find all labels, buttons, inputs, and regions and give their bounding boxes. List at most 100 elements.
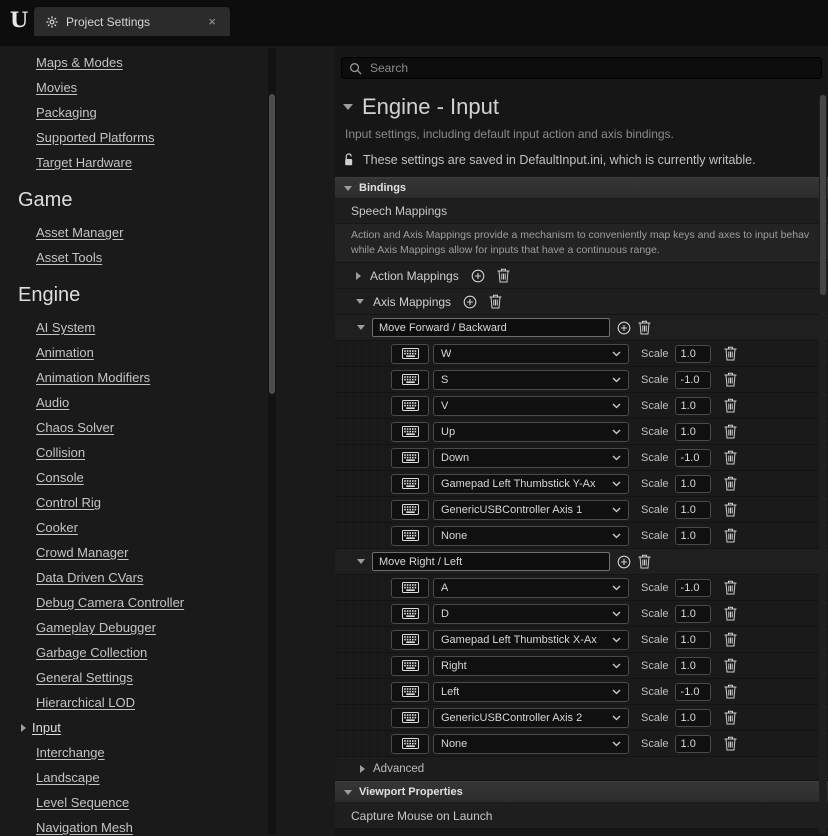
scale-input[interactable]: [675, 605, 711, 623]
axis-group-name-input[interactable]: [372, 552, 610, 571]
key-select-dropdown[interactable]: Gamepad Left Thumbstick Y-Ax: [433, 474, 629, 494]
delete-key-button[interactable]: [724, 580, 737, 595]
expand-arrow-icon[interactable]: [360, 765, 365, 773]
bindings-section-header[interactable]: Bindings: [335, 177, 828, 199]
delete-key-button[interactable]: [724, 502, 737, 517]
key-select-dropdown[interactable]: Left: [433, 682, 629, 702]
scale-input[interactable]: [675, 423, 711, 441]
sidebar-item-interchange[interactable]: Interchange: [0, 740, 335, 765]
sidebar-item-input[interactable]: Input: [0, 715, 335, 740]
sidebar-item-control-rig[interactable]: Control Rig: [0, 490, 335, 515]
device-key-button[interactable]: [391, 396, 429, 416]
key-select-dropdown[interactable]: GenericUSBController Axis 2: [433, 708, 629, 728]
main-scrollbar[interactable]: [819, 94, 827, 834]
scale-input[interactable]: [675, 501, 711, 519]
delete-action-mappings-button[interactable]: [497, 268, 510, 283]
sidebar-item-crowd-manager[interactable]: Crowd Manager: [0, 540, 335, 565]
sidebar-item-landscape[interactable]: Landscape: [0, 765, 335, 790]
device-key-button[interactable]: [391, 630, 429, 650]
key-select-dropdown[interactable]: D: [433, 604, 629, 624]
sidebar-item-asset-tools[interactable]: Asset Tools: [0, 245, 335, 270]
device-key-button[interactable]: [391, 422, 429, 442]
device-key-button[interactable]: [391, 344, 429, 364]
expand-arrow-icon[interactable]: [356, 272, 361, 280]
delete-key-button[interactable]: [724, 606, 737, 621]
delete-key-button[interactable]: [724, 346, 737, 361]
collapse-arrow-icon[interactable]: [357, 325, 365, 330]
delete-key-button[interactable]: [724, 736, 737, 751]
key-select-dropdown[interactable]: S: [433, 370, 629, 390]
advanced-row[interactable]: Advanced: [335, 757, 828, 781]
sidebar-item-packaging[interactable]: Packaging: [0, 100, 335, 125]
delete-key-button[interactable]: [724, 710, 737, 725]
sidebar-item-animation-modifiers[interactable]: Animation Modifiers: [0, 365, 335, 390]
search-bar[interactable]: [341, 57, 822, 79]
sidebar-item-garbage-collection[interactable]: Garbage Collection: [0, 640, 335, 665]
delete-axis-group-button[interactable]: [638, 320, 651, 335]
sidebar-item-movies[interactable]: Movies: [0, 75, 335, 100]
sidebar-item-animation[interactable]: Animation: [0, 340, 335, 365]
sidebar-item-navigation-mesh[interactable]: Navigation Mesh: [0, 815, 335, 836]
device-key-button[interactable]: [391, 500, 429, 520]
delete-key-button[interactable]: [724, 658, 737, 673]
sidebar-item-maps-modes[interactable]: Maps & Modes: [0, 50, 335, 75]
sidebar-item-audio[interactable]: Audio: [0, 390, 335, 415]
axis-mappings-row[interactable]: Axis Mappings: [335, 289, 828, 315]
device-key-button[interactable]: [391, 604, 429, 624]
expand-arrow-icon[interactable]: [21, 724, 26, 732]
sidebar-item-hierarchical-lod[interactable]: Hierarchical LOD: [0, 690, 335, 715]
scale-input[interactable]: [675, 371, 711, 389]
collapse-arrow-icon[interactable]: [356, 299, 364, 304]
axis-group-name-input[interactable]: [372, 318, 610, 337]
delete-key-button[interactable]: [724, 398, 737, 413]
device-key-button[interactable]: [391, 708, 429, 728]
key-select-dropdown[interactable]: Down: [433, 448, 629, 468]
key-select-dropdown[interactable]: None: [433, 734, 629, 754]
sidebar-item-general-settings[interactable]: General Settings: [0, 665, 335, 690]
scale-input[interactable]: [675, 397, 711, 415]
scale-input[interactable]: [675, 449, 711, 467]
scale-input[interactable]: [675, 345, 711, 363]
key-select-dropdown[interactable]: Up: [433, 422, 629, 442]
add-axis-mapping-button[interactable]: [463, 295, 477, 309]
sidebar-item-asset-manager[interactable]: Asset Manager: [0, 220, 335, 245]
collapse-arrow-icon[interactable]: [357, 559, 365, 564]
scale-input[interactable]: [675, 683, 711, 701]
sidebar-item-cooker[interactable]: Cooker: [0, 515, 335, 540]
tab-project-settings[interactable]: Project Settings ×: [34, 7, 230, 36]
delete-key-button[interactable]: [724, 450, 737, 465]
sidebar-item-data-driven-cvars[interactable]: Data Driven CVars: [0, 565, 335, 590]
key-select-dropdown[interactable]: A: [433, 578, 629, 598]
scale-input[interactable]: [675, 475, 711, 493]
delete-key-button[interactable]: [724, 632, 737, 647]
device-key-button[interactable]: [391, 682, 429, 702]
device-key-button[interactable]: [391, 448, 429, 468]
main-scrollbar-thumb[interactable]: [820, 95, 826, 295]
add-action-mapping-button[interactable]: [471, 269, 485, 283]
delete-key-button[interactable]: [724, 476, 737, 491]
delete-axis-group-button[interactable]: [638, 554, 651, 569]
device-key-button[interactable]: [391, 656, 429, 676]
viewport-properties-section-header[interactable]: Viewport Properties: [335, 781, 828, 803]
close-tab-icon[interactable]: ×: [206, 14, 218, 29]
sidebar-item-collision[interactable]: Collision: [0, 440, 335, 465]
sidebar-item-ai-system[interactable]: AI System: [0, 315, 335, 340]
device-key-button[interactable]: [391, 734, 429, 754]
sidebar-item-debug-camera-controller[interactable]: Debug Camera Controller: [0, 590, 335, 615]
sidebar-item-supported-platforms[interactable]: Supported Platforms: [0, 125, 335, 150]
sidebar-item-gameplay-debugger[interactable]: Gameplay Debugger: [0, 615, 335, 640]
sidebar-item-target-hardware[interactable]: Target Hardware: [0, 150, 335, 175]
scale-input[interactable]: [675, 735, 711, 753]
scale-input[interactable]: [675, 631, 711, 649]
sidebar-item-chaos-solver[interactable]: Chaos Solver: [0, 415, 335, 440]
scale-input[interactable]: [675, 527, 711, 545]
add-key-binding-button[interactable]: [617, 321, 631, 335]
device-key-button[interactable]: [391, 578, 429, 598]
sidebar-scrollbar-thumb[interactable]: [269, 94, 275, 394]
device-key-button[interactable]: [391, 370, 429, 390]
scale-input[interactable]: [675, 657, 711, 675]
delete-axis-mappings-button[interactable]: [489, 294, 502, 309]
search-input[interactable]: [368, 60, 814, 76]
device-key-button[interactable]: [391, 526, 429, 546]
key-select-dropdown[interactable]: V: [433, 396, 629, 416]
